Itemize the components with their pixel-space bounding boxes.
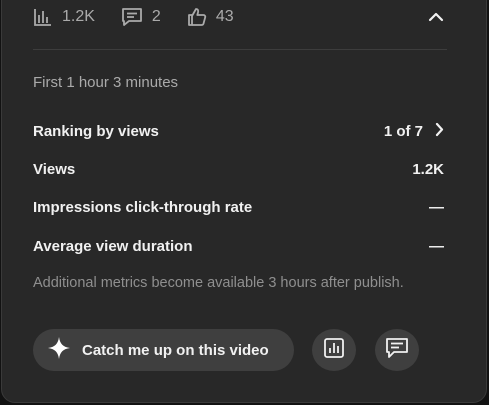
chevron-up-icon <box>428 9 444 27</box>
metric-label: Impressions click-through rate <box>33 198 253 216</box>
metrics-availability-note: Additional metrics become available 3 ho… <box>33 275 404 291</box>
metric-label: Ranking by views <box>33 122 159 140</box>
metric-row-ctr: Impressions click-through rate — <box>33 196 444 218</box>
metric-value: 1 of 7 <box>383 122 423 140</box>
thumbs-up-icon <box>187 7 216 27</box>
analytics-button[interactable] <box>312 329 356 371</box>
bar-chart-icon <box>33 7 62 27</box>
metric-value: — <box>429 198 444 216</box>
ranking-link[interactable]: 1 of 7 <box>384 122 444 141</box>
comments-stat: 2 <box>121 7 161 27</box>
metric-row-ranking: Ranking by views 1 of 7 <box>33 120 444 142</box>
metric-label: Average view duration <box>33 237 193 255</box>
catch-me-up-label: Catch me up on this video <box>82 341 269 359</box>
views-stat: 1.2K <box>33 7 95 27</box>
views-count: 1.2K <box>62 8 95 25</box>
time-period-label: First 1 hour 3 minutes <box>33 74 179 91</box>
sparkle-icon <box>47 336 82 364</box>
likes-stat: 43 <box>187 7 234 27</box>
comment-icon <box>121 7 152 27</box>
analytics-icon <box>323 337 345 364</box>
video-analytics-card: 1.2K 2 43 First 1 hour 3 minutes Ranking… <box>1 0 487 403</box>
likes-count: 43 <box>215 8 234 25</box>
metric-label: Views <box>33 160 76 178</box>
metric-row-views: Views 1.2K <box>33 158 444 180</box>
divider <box>33 49 447 50</box>
collapse-button[interactable] <box>425 7 447 29</box>
comments-button[interactable] <box>375 329 419 371</box>
metric-value: — <box>429 237 444 255</box>
chevron-right-icon <box>423 122 444 141</box>
stats-bar: 1.2K 2 43 <box>33 6 260 28</box>
catch-me-up-button[interactable]: Catch me up on this video <box>33 329 294 371</box>
comments-count: 2 <box>151 8 161 25</box>
metric-value: 1.2K <box>412 160 444 178</box>
comments-icon <box>385 337 409 364</box>
metric-row-avg-duration: Average view duration — <box>33 235 444 257</box>
